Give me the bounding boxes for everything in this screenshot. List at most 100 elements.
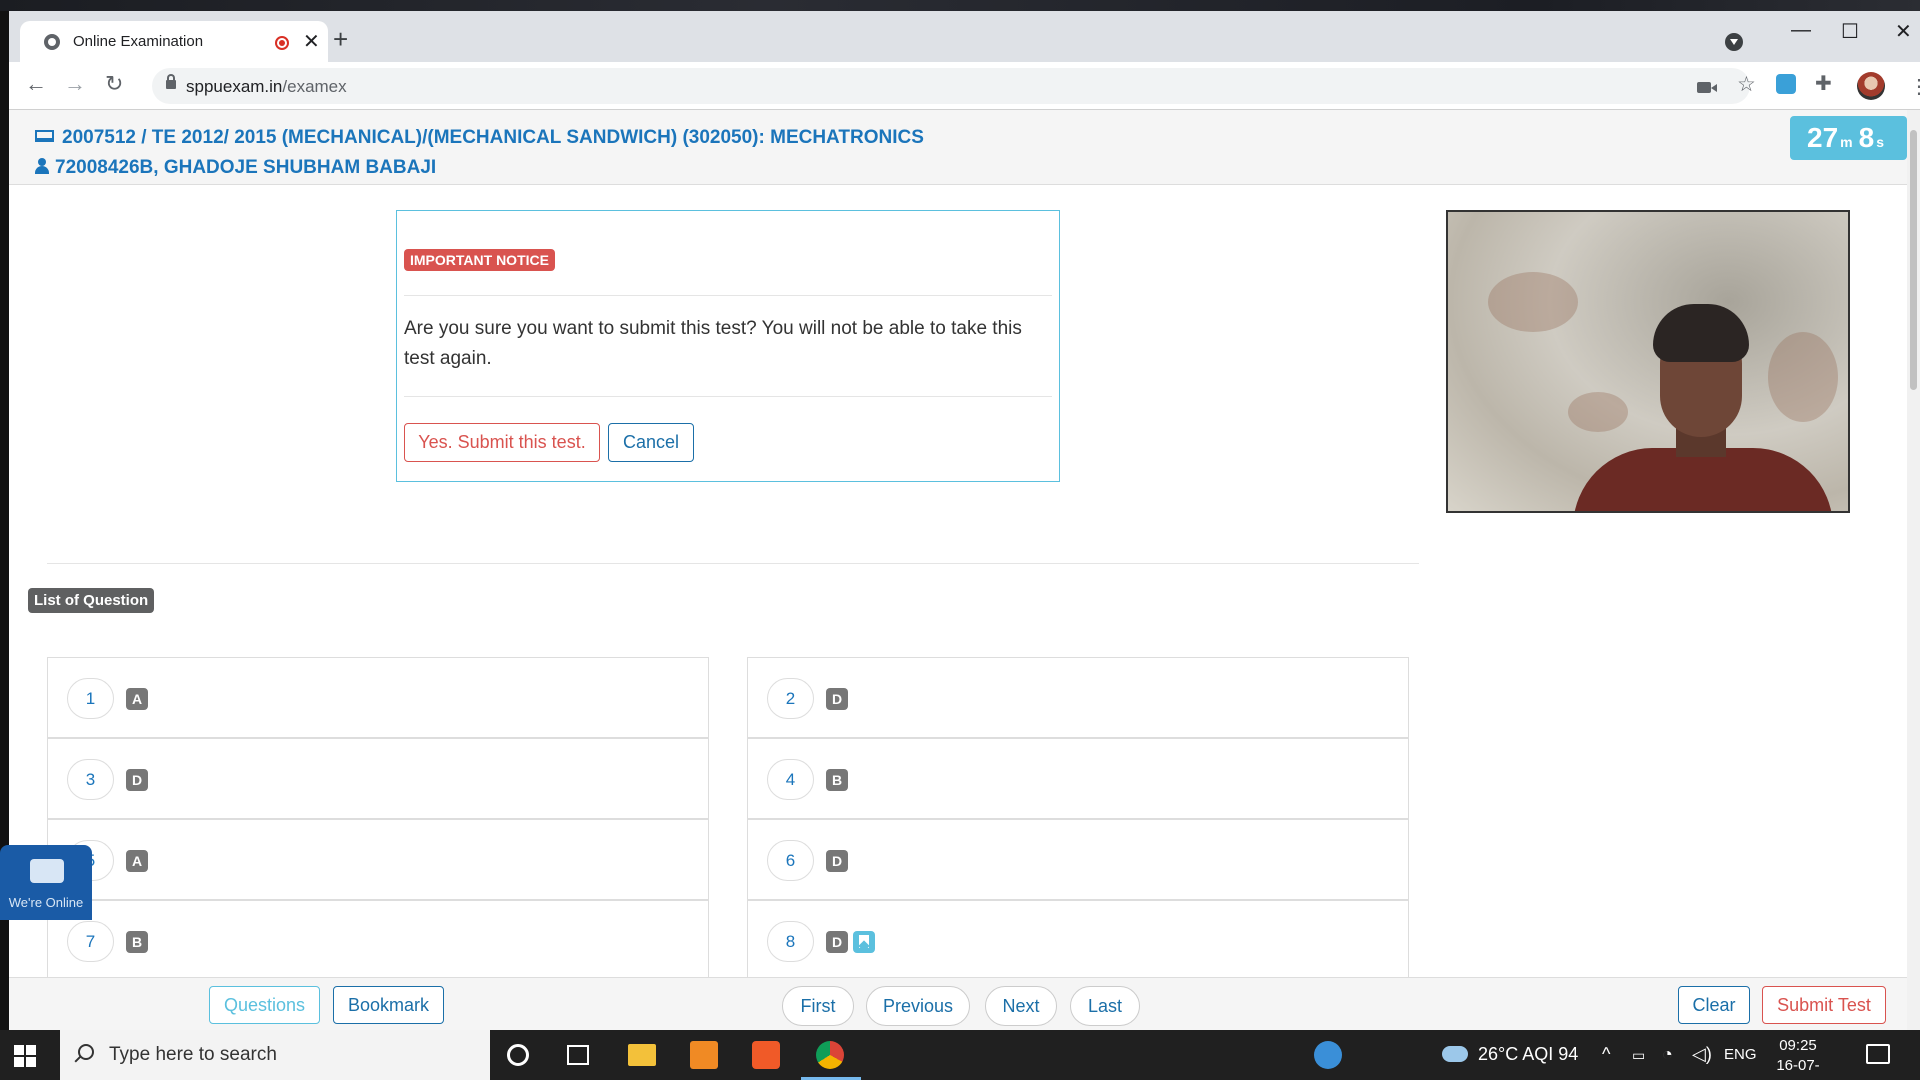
timer-seconds: 8 bbox=[1858, 122, 1875, 153]
bookmark-icon bbox=[853, 931, 875, 953]
lock-icon bbox=[166, 74, 176, 89]
windows-start-icon[interactable] bbox=[14, 1045, 36, 1067]
question-number[interactable]: 2 bbox=[767, 678, 814, 719]
question-number[interactable]: 8 bbox=[767, 921, 814, 962]
taskbar-search-placeholder: Type here to search bbox=[109, 1044, 277, 1065]
task-view-icon[interactable] bbox=[567, 1045, 589, 1065]
student-name: 72008426B, GHADOJE SHUBHAM BABAJI bbox=[55, 157, 437, 178]
answer-badge: D bbox=[826, 688, 848, 710]
question-row[interactable]: 1 A bbox=[47, 657, 709, 738]
clear-button[interactable]: Clear bbox=[1678, 986, 1750, 1024]
system-clock[interactable]: 09:25 16-07-2021 bbox=[1760, 1036, 1836, 1080]
desktop-strip bbox=[0, 0, 1920, 11]
timer-s-unit: s bbox=[1876, 134, 1884, 150]
exam-footer: Questions Bookmark First Previous Next L… bbox=[9, 977, 1907, 1030]
cortana-icon[interactable] bbox=[507, 1044, 529, 1066]
question-number[interactable]: 1 bbox=[67, 678, 114, 719]
close-window-button[interactable]: ✕ bbox=[1895, 19, 1912, 44]
question-row[interactable]: 3 D bbox=[47, 738, 709, 819]
clock-time: 09:25 bbox=[1779, 1037, 1817, 1054]
chat-widget[interactable]: We're Online bbox=[0, 845, 92, 920]
divider bbox=[47, 563, 1419, 564]
timer-minutes: 27 bbox=[1807, 122, 1839, 153]
url-path: /examex bbox=[282, 77, 347, 96]
minimize-button[interactable]: — bbox=[1791, 19, 1811, 42]
url-host: sppuexam.in bbox=[186, 77, 283, 96]
globe-icon bbox=[44, 34, 60, 50]
submit-notice-panel: IMPORTANT NOTICE Are you sure you want t… bbox=[396, 210, 1060, 482]
battery-icon[interactable]: ▭ bbox=[1632, 1047, 1645, 1064]
answer-badge: A bbox=[126, 850, 148, 872]
question-row[interactable]: 7 B bbox=[47, 900, 709, 981]
answer-badge: B bbox=[126, 931, 148, 953]
tab-search-icon[interactable] bbox=[1725, 33, 1743, 51]
question-row[interactable]: 5 A bbox=[47, 819, 709, 900]
maximize-button[interactable]: ☐ bbox=[1841, 19, 1859, 44]
exam-title: 2007512 / TE 2012/ 2015 (MECHANICAL)/(ME… bbox=[62, 127, 924, 148]
exam-header: 2007512 / TE 2012/ 2015 (MECHANICAL)/(ME… bbox=[9, 110, 1907, 185]
answer-badge: A bbox=[126, 688, 148, 710]
address-bar[interactable]: sppuexam.in/examex ☆ bbox=[152, 68, 1756, 104]
show-hidden-icons[interactable]: ^ bbox=[1602, 1044, 1610, 1065]
browser-tab[interactable]: Online Examination ✕ bbox=[20, 21, 328, 62]
divider bbox=[404, 396, 1052, 397]
chrome-icon[interactable] bbox=[816, 1041, 844, 1069]
first-button[interactable]: First bbox=[782, 986, 854, 1026]
page-scrollbar[interactable] bbox=[1907, 110, 1920, 1030]
profile-avatar[interactable] bbox=[1857, 72, 1885, 100]
question-row[interactable]: 2 D bbox=[747, 657, 1409, 738]
taskbar-search-box[interactable]: Type here to search bbox=[60, 1030, 490, 1080]
weather-text[interactable]: 26°C AQI 94 bbox=[1478, 1044, 1578, 1065]
questions-button[interactable]: Questions bbox=[209, 986, 320, 1024]
chat-icon bbox=[30, 859, 64, 883]
list-of-question-label: List of Question bbox=[28, 588, 155, 613]
timer-m-unit: m bbox=[1840, 134, 1853, 150]
submit-test-button[interactable]: Submit Test bbox=[1762, 986, 1886, 1024]
answer-badge: D bbox=[826, 931, 848, 953]
last-button[interactable]: Last bbox=[1070, 986, 1140, 1026]
forward-icon[interactable]: → bbox=[64, 72, 86, 96]
user-icon bbox=[35, 158, 49, 174]
confirm-submit-button[interactable]: Yes. Submit this test. bbox=[404, 423, 600, 462]
laptop-icon bbox=[35, 130, 54, 142]
question-number[interactable]: 4 bbox=[767, 759, 814, 800]
volume-icon[interactable]: ◁) bbox=[1692, 1044, 1712, 1065]
camera-icon[interactable] bbox=[1697, 82, 1717, 93]
notifications-icon[interactable] bbox=[1866, 1044, 1890, 1064]
timer: 27 m 8 s bbox=[1790, 116, 1907, 160]
xampp-icon[interactable] bbox=[752, 1041, 780, 1069]
tab-close-icon[interactable]: ✕ bbox=[303, 29, 320, 54]
menu-icon[interactable]: ⋮ bbox=[1909, 74, 1920, 99]
puzzle-icon[interactable]: ✚ bbox=[1815, 72, 1832, 96]
sublime-text-icon[interactable] bbox=[690, 1041, 718, 1069]
exam-title-line: 2007512 / TE 2012/ 2015 (MECHANICAL)/(ME… bbox=[35, 127, 924, 149]
back-icon[interactable]: ← bbox=[25, 72, 47, 96]
bookmark-button[interactable]: Bookmark bbox=[333, 986, 444, 1024]
question-number[interactable]: 3 bbox=[67, 759, 114, 800]
reload-icon[interactable]: ↻ bbox=[105, 72, 123, 96]
answer-badge: D bbox=[826, 850, 848, 872]
previous-button[interactable]: Previous bbox=[866, 986, 970, 1026]
recording-icon bbox=[275, 36, 289, 50]
question-row[interactable]: 6 D bbox=[747, 819, 1409, 900]
star-icon[interactable]: ☆ bbox=[1737, 73, 1756, 97]
scrollbar-thumb[interactable] bbox=[1910, 130, 1917, 390]
file-explorer-icon[interactable] bbox=[628, 1044, 656, 1066]
search-icon bbox=[78, 1044, 94, 1060]
extension-icon[interactable] bbox=[1776, 74, 1796, 94]
question-row[interactable]: 8 D bbox=[747, 900, 1409, 981]
help-icon[interactable] bbox=[1314, 1041, 1342, 1069]
question-number[interactable]: 6 bbox=[767, 840, 814, 881]
browser-toolbar: ← → ↻ sppuexam.in/examex ☆ ✚ ⋮ bbox=[9, 62, 1920, 110]
clock-date: 16-07-2021 bbox=[1776, 1057, 1820, 1080]
cancel-button[interactable]: Cancel bbox=[608, 423, 694, 462]
next-button[interactable]: Next bbox=[985, 986, 1057, 1026]
language-indicator[interactable]: ENG bbox=[1724, 1046, 1757, 1063]
question-number[interactable]: 7 bbox=[67, 921, 114, 962]
student-line: 72008426B, GHADOJE SHUBHAM BABAJI bbox=[35, 157, 436, 179]
new-tab-button[interactable]: + bbox=[333, 26, 348, 52]
wifi-icon[interactable]: ◔ bbox=[1662, 1044, 1673, 1065]
tab-title: Online Examination bbox=[73, 33, 204, 50]
weather-icon[interactable] bbox=[1442, 1046, 1468, 1062]
question-row[interactable]: 4 B bbox=[747, 738, 1409, 819]
